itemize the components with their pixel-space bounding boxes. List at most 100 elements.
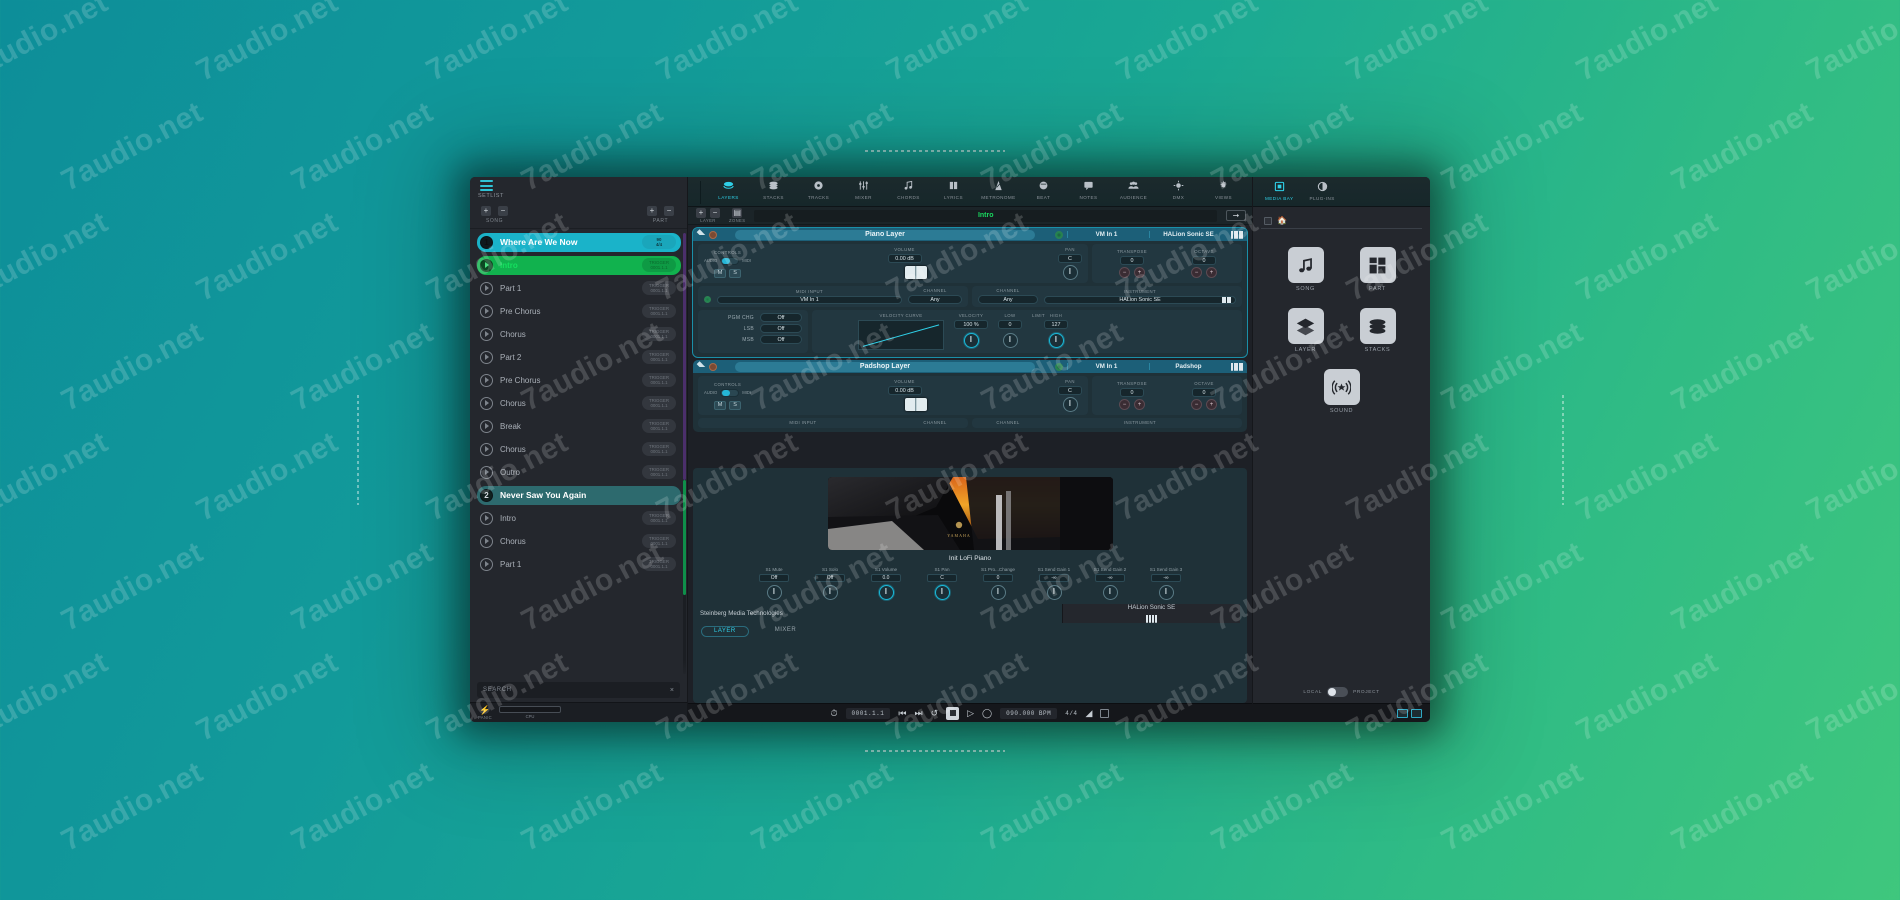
pan-knob[interactable] — [1062, 265, 1078, 280]
arrow-right-icon[interactable]: ➞ — [1226, 210, 1246, 221]
param-value[interactable]: 0 — [983, 573, 1013, 582]
play-part-icon[interactable] — [480, 511, 493, 525]
volume-value[interactable]: 0.00 dB — [887, 386, 922, 395]
setlist-item-badge[interactable]: 90 4/4 — [642, 235, 676, 249]
setlist-part-row[interactable]: Break TRIGGER 0001.1.1 — [477, 417, 681, 436]
setlist-part-row[interactable]: Part 1 TRIGGER 0001.1.1 — [477, 279, 681, 298]
media-bay-cell-stacks[interactable]: STACKS — [1355, 308, 1401, 353]
collapse-triangle-icon[interactable] — [696, 228, 706, 238]
add-part-button[interactable]: + — [647, 206, 657, 216]
toolbar-item-dmx[interactable]: DMX — [1156, 179, 1201, 200]
play-part-icon[interactable] — [480, 281, 493, 295]
setlist-item-badge[interactable]: TRIGGER 0001.1.1 — [642, 373, 676, 387]
search-clear-icon[interactable]: × — [670, 687, 674, 694]
keyboard-icon[interactable] — [1146, 614, 1157, 623]
play-part-icon[interactable] — [480, 350, 493, 364]
song-number-badge[interactable]: 2 — [480, 488, 493, 502]
play-part-icon[interactable] — [480, 327, 493, 341]
layer-name[interactable]: Padshop Layer — [735, 361, 1035, 372]
toolbar-item-layers[interactable]: LAYERS — [706, 179, 751, 200]
toggle-track[interactable] — [720, 256, 740, 265]
panic-button[interactable]: ⚡ PANIC — [478, 705, 492, 720]
layer-header[interactable]: Padshop Layer VM In 1 Padshop — [693, 360, 1247, 373]
toolbar-item-tracks[interactable]: TRACKS — [796, 179, 841, 200]
setlist-song-row[interactable]: 1 Where Are We Now 90 4/4 — [477, 232, 681, 252]
play-part-icon[interactable] — [480, 396, 493, 410]
toolbar-item-views[interactable]: VIEWS — [1201, 179, 1246, 200]
transpose-value[interactable]: 0 — [1120, 256, 1145, 265]
setlist-item-badge[interactable]: TRIGGER 0001.1.1 — [642, 511, 676, 525]
volume-slider-handle[interactable] — [904, 398, 927, 411]
pan-value[interactable]: C — [1058, 386, 1082, 395]
octave-value[interactable]: 0 — [1192, 256, 1217, 265]
toggle-track[interactable] — [1327, 687, 1349, 697]
record-icon[interactable]: ◯ — [982, 708, 992, 718]
keyboard-icon[interactable] — [1231, 362, 1243, 371]
setlist-item-badge[interactable]: TRIGGER 0001.1.1 — [642, 396, 676, 410]
zones-icon[interactable]: ▤ — [732, 208, 743, 218]
setlist-item-badge[interactable]: TRIGGER 0001.1.1 — [642, 534, 676, 548]
setlist-song-row[interactable]: 2 Never Saw You Again — [477, 485, 681, 505]
toolbar-item-plug-ins[interactable]: PLUG-INS — [1309, 180, 1334, 201]
setlist-scrollbar[interactable] — [683, 232, 686, 674]
click-toggle-icon[interactable] — [1100, 708, 1110, 718]
param-knob[interactable] — [766, 584, 782, 600]
setlist-part-row[interactable]: Intro TRIGGER 0001.1.1 — [477, 509, 681, 528]
skip-back-icon[interactable]: ⏮ — [898, 708, 906, 718]
song-number-badge[interactable]: 1 — [480, 235, 493, 249]
setlist-part-row[interactable]: Part 2 TRIGGER 0001.1.1 — [477, 348, 681, 367]
add-layer-button[interactable]: + — [696, 208, 706, 218]
velocity-value[interactable]: 100 % — [954, 320, 988, 329]
setlist-part-row[interactable]: Outro TRIGGER 0001.1.1 — [477, 463, 681, 482]
pan-value[interactable]: C — [1058, 254, 1082, 263]
setlist-item-badge[interactable]: TRIGGER 0001.1.1 — [642, 419, 676, 433]
instrument-tab-layer[interactable]: LAYER — [701, 625, 749, 637]
layer-padshop[interactable]: Padshop Layer VM In 1 Padshop CONTROLS A… — [693, 360, 1247, 432]
param-value[interactable]: C — [927, 573, 957, 582]
setlist-item-badge[interactable]: TRIGGER 0001.1.1 — [642, 442, 676, 456]
zones-group[interactable]: ▤ ZONES — [729, 208, 745, 223]
param-value[interactable]: -∞ — [1039, 573, 1069, 582]
layer-header[interactable]: Piano Layer VM In 1 HALion Sonic SE — [693, 228, 1247, 241]
velocity-curve-graph[interactable] — [858, 320, 944, 350]
octave-decrement-button[interactable]: − — [1191, 267, 1203, 278]
transpose-increment-button[interactable]: + — [1134, 267, 1146, 278]
pan-knob[interactable] — [1062, 397, 1078, 412]
setlist-item-badge[interactable]: TRIGGER 0001.1.1 — [642, 258, 676, 272]
limit-low-value[interactable]: 0 — [998, 320, 1022, 329]
transport-position[interactable]: 0001.1.1 — [845, 707, 891, 719]
setlist-item-badge[interactable]: TRIGGER 0001.1.1 — [642, 281, 676, 295]
media-bay-filter-bar[interactable]: 🏠 — [1261, 213, 1422, 229]
setlist-part-row[interactable]: Part 1 TRIGGER 0001.1.1 — [477, 555, 681, 574]
skip-forward-icon[interactable]: ⏭ — [914, 708, 922, 718]
midi-input-value[interactable]: VM In 1 — [717, 296, 902, 304]
toggle-track[interactable] — [720, 388, 740, 397]
param-value[interactable]: Off — [815, 573, 845, 582]
play-part-icon[interactable] — [480, 442, 493, 456]
volume-value[interactable]: 0.00 dB — [887, 254, 922, 263]
setlist-part-row[interactable]: Intro TRIGGER 0001.1.1 — [477, 255, 681, 275]
stop-button[interactable] — [946, 706, 960, 720]
param-value[interactable]: Off — [759, 573, 789, 582]
octave-decrement-button[interactable]: − — [1191, 399, 1203, 410]
octave-value[interactable]: 0 — [1192, 388, 1217, 397]
limit-high-knob[interactable] — [1048, 333, 1064, 348]
keyboard-icon[interactable] — [1222, 297, 1231, 303]
setlist-search[interactable]: SEARCH × — [477, 682, 680, 698]
record-enable-icon[interactable] — [709, 230, 717, 239]
transpose-value[interactable]: 0 — [1120, 388, 1145, 397]
param-knob[interactable] — [1046, 584, 1062, 600]
keyboard-icon[interactable] — [1231, 230, 1243, 239]
metronome-icon[interactable]: ⏱ — [831, 708, 838, 718]
play-part-icon[interactable] — [480, 419, 493, 433]
toolbar-item-beat[interactable]: BEAT — [1021, 179, 1066, 200]
limit-high-value[interactable]: 127 — [1044, 320, 1068, 329]
layout-single-icon[interactable] — [1397, 708, 1408, 718]
msb-value[interactable]: Off — [760, 335, 802, 344]
param-knob[interactable] — [1158, 584, 1174, 600]
setlist-header[interactable]: SETLIST — [470, 177, 687, 205]
remove-layer-button[interactable]: − — [710, 208, 720, 218]
setlist-item-badge[interactable]: TRIGGER 0001.1.1 — [642, 350, 676, 364]
lsb-value[interactable]: Off — [760, 324, 802, 333]
velocity-knob[interactable] — [963, 333, 979, 348]
